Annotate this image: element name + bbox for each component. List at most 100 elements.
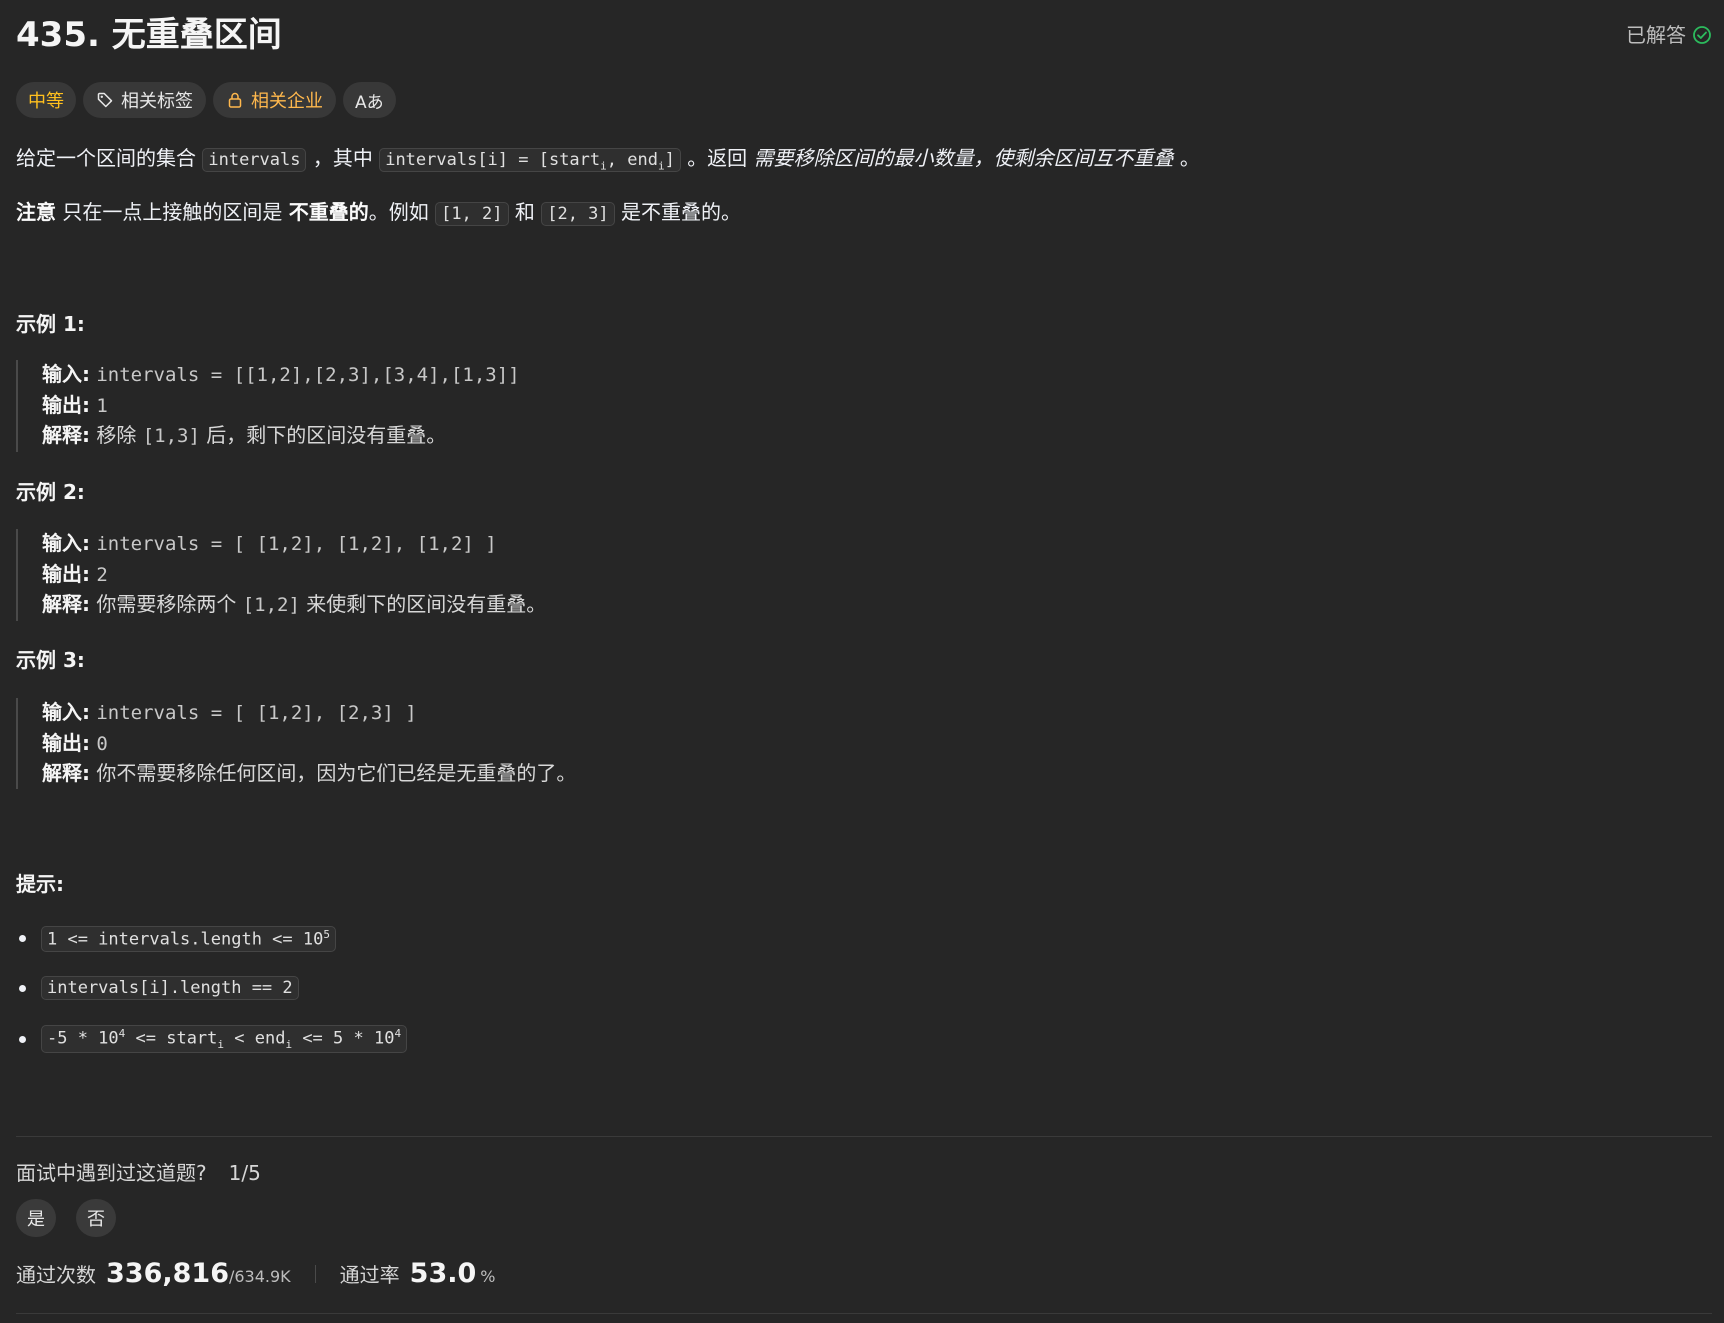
stats-separator <box>314 1264 316 1283</box>
inline-code: intervals[i] = [starti, endi] <box>379 148 681 172</box>
code-text: 1 <= intervals.length <= 10 <box>47 929 324 950</box>
section-divider <box>16 1136 1712 1137</box>
acceptance-rate-unit: % <box>480 1267 496 1286</box>
output-label: 输出: <box>42 561 90 586</box>
example-explanation: 解释: 你需要移除两个 [1,2] 来使剩下的区间没有重叠。 <box>42 590 742 621</box>
explanation-text: 移除 <box>96 423 137 447</box>
explanation-label: 解释: <box>42 761 90 785</box>
example-output: 输出: 0 <box>42 729 742 760</box>
example-input: 输入: intervals = [ [1,2], [2,3] ] <box>42 698 742 729</box>
input-label: 输入: <box>42 362 90 386</box>
acceptance-rate-value: 53.0 <box>409 1258 477 1289</box>
code-text: <= start <box>125 1028 218 1049</box>
output-label: 输出: <box>42 730 90 755</box>
code-text: ] <box>664 150 675 170</box>
input-value: intervals = [[1,2],[2,3],[3,4],[1,3]] <box>96 364 520 386</box>
accepted-value: 336,816 <box>106 1258 229 1289</box>
example-input: 输入: intervals = [ [1,2], [1,2], [1,2] ] <box>42 529 742 560</box>
code-text: , end <box>606 150 658 170</box>
interview-question-label: 面试中遇到过这道题? <box>16 1161 207 1185</box>
hint-item: 1 <= intervals.length <= 105 <box>16 926 336 952</box>
input-label: 输入: <box>42 700 90 724</box>
code-superscript: 4 <box>394 1027 402 1040</box>
explanation-text: 来使剩下的区间没有重叠。 <box>306 592 547 616</box>
example-output: 输出: 2 <box>42 560 742 591</box>
desc-emphasis: 需要移除区间的最小数量，使剩余区间互不重叠 <box>753 146 1174 170</box>
translate-icon: Aあ <box>355 92 384 113</box>
desc-bold: 不重叠的 <box>288 200 369 224</box>
inline-code: [1, 2] <box>435 202 509 226</box>
related-companies-button[interactable]: 相关企业 <box>213 82 336 118</box>
example-output: 输出: 1 <box>42 391 742 422</box>
desc-text: 和 <box>514 200 535 224</box>
hints-title: 提示: <box>16 872 64 896</box>
title-row: 435. 无重叠区间 已解答 <box>16 12 1712 60</box>
output-value: 2 <box>96 563 108 586</box>
submissions-total: /634.9K <box>228 1267 291 1286</box>
related-tags-label: 相关标签 <box>121 91 193 112</box>
bullet-icon <box>19 935 26 943</box>
example-1-block: 输入: intervals = [[1,2],[2,3],[3,4],[1,3]… <box>16 360 742 452</box>
explanation-label: 解释: <box>42 592 90 616</box>
bullet-icon <box>19 984 26 992</box>
no-button[interactable]: 否 <box>76 1199 116 1237</box>
difficulty-label: 中等 <box>28 91 64 112</box>
desc-text: 只在一点上接触的区间是 <box>62 200 283 224</box>
hint-item: -5 * 104 <= starti < endi <= 5 * 104 <box>16 1025 408 1054</box>
desc-text: 。 <box>1179 146 1200 170</box>
desc-text: 是不重叠的。 <box>621 200 741 224</box>
interview-question: 面试中遇到过这道题? 1/5 <box>16 1158 261 1188</box>
code-text: <= 5 * 10 <box>292 1028 395 1049</box>
difficulty-badge[interactable]: 中等 <box>16 82 76 118</box>
bullet-icon <box>19 1035 26 1043</box>
example-1-title: 示例 1: <box>16 312 85 336</box>
desc-text: 。例如 <box>368 200 429 224</box>
yes-button[interactable]: 是 <box>16 1199 56 1237</box>
description-paragraph-2: 注意 只在一点上接触的区间是 不重叠的。例如 [1, 2] 和 [2, 3] 是… <box>16 196 741 230</box>
code-superscript: 5 <box>323 928 330 941</box>
explanation-text: 你不需要移除任何区间，因为它们已经是无重叠的了。 <box>96 761 577 785</box>
code-subscript: i <box>600 159 607 173</box>
related-tags-button[interactable]: 相关标签 <box>83 82 206 118</box>
code-text: -5 * 10 <box>47 1028 119 1049</box>
translate-button[interactable]: Aあ <box>343 82 396 118</box>
output-value: 0 <box>96 732 108 755</box>
example-explanation: 解释: 你不需要移除任何区间，因为它们已经是无重叠的了。 <box>42 759 742 789</box>
hint-item: intervals[i].length == 2 <box>16 976 299 1000</box>
acceptance-rate-label: 通过率 <box>339 1263 400 1287</box>
output-label: 输出: <box>42 392 90 417</box>
example-3-block: 输入: intervals = [ [1,2], [2,3] ] 输出: 0 解… <box>16 698 742 789</box>
interview-count: 1/5 <box>228 1161 261 1185</box>
code-text: intervals[i] = [start <box>385 150 601 170</box>
check-circle-icon <box>1693 26 1711 44</box>
example-2-title: 示例 2: <box>16 480 85 504</box>
desc-text: 给定一个区间的集合 <box>16 146 196 170</box>
tag-bar: 中等 相关标签 相关企业 Aあ <box>16 82 396 118</box>
explanation-text: 后，剩下的区间没有重叠。 <box>206 423 447 447</box>
example-3-title: 示例 3: <box>16 648 85 672</box>
hint-code: intervals[i].length == 2 <box>41 976 299 1000</box>
explanation-label: 解释: <box>42 423 90 447</box>
note-label: 注意 <box>16 200 56 224</box>
input-value: intervals = [ [1,2], [1,2], [1,2] ] <box>96 533 497 555</box>
bottom-divider <box>16 1313 1712 1314</box>
solved-status: 已解答 <box>1626 20 1712 50</box>
output-value: 1 <box>96 394 108 417</box>
input-value: intervals = [ [1,2], [2,3] ] <box>96 702 417 724</box>
inline-code: intervals <box>202 148 307 172</box>
inline-code: [2, 3] <box>541 202 615 226</box>
explanation-code: [1,2] <box>242 594 300 616</box>
explanation-text: 你需要移除两个 <box>96 592 237 616</box>
example-input: 输入: intervals = [[1,2],[2,3],[3,4],[1,3]… <box>42 360 742 391</box>
code-subscript: i <box>657 159 665 173</box>
stats-bar: 通过次数 336,816 /634.9K 通过率 53.0 % <box>16 1258 496 1289</box>
related-companies-label: 相关企业 <box>251 91 323 112</box>
explanation-code: [1,3] <box>142 425 200 447</box>
description-paragraph-1: 给定一个区间的集合 intervals ，其中 intervals[i] = [… <box>16 142 1200 182</box>
code-text: < end <box>224 1028 286 1049</box>
lock-icon <box>228 92 242 108</box>
problem-title: 435. 无重叠区间 <box>16 15 282 55</box>
desc-text: ，其中 <box>312 146 373 170</box>
accepted-label: 通过次数 <box>16 1263 96 1287</box>
example-2-block: 输入: intervals = [ [1,2], [1,2], [1,2] ] … <box>16 529 742 621</box>
